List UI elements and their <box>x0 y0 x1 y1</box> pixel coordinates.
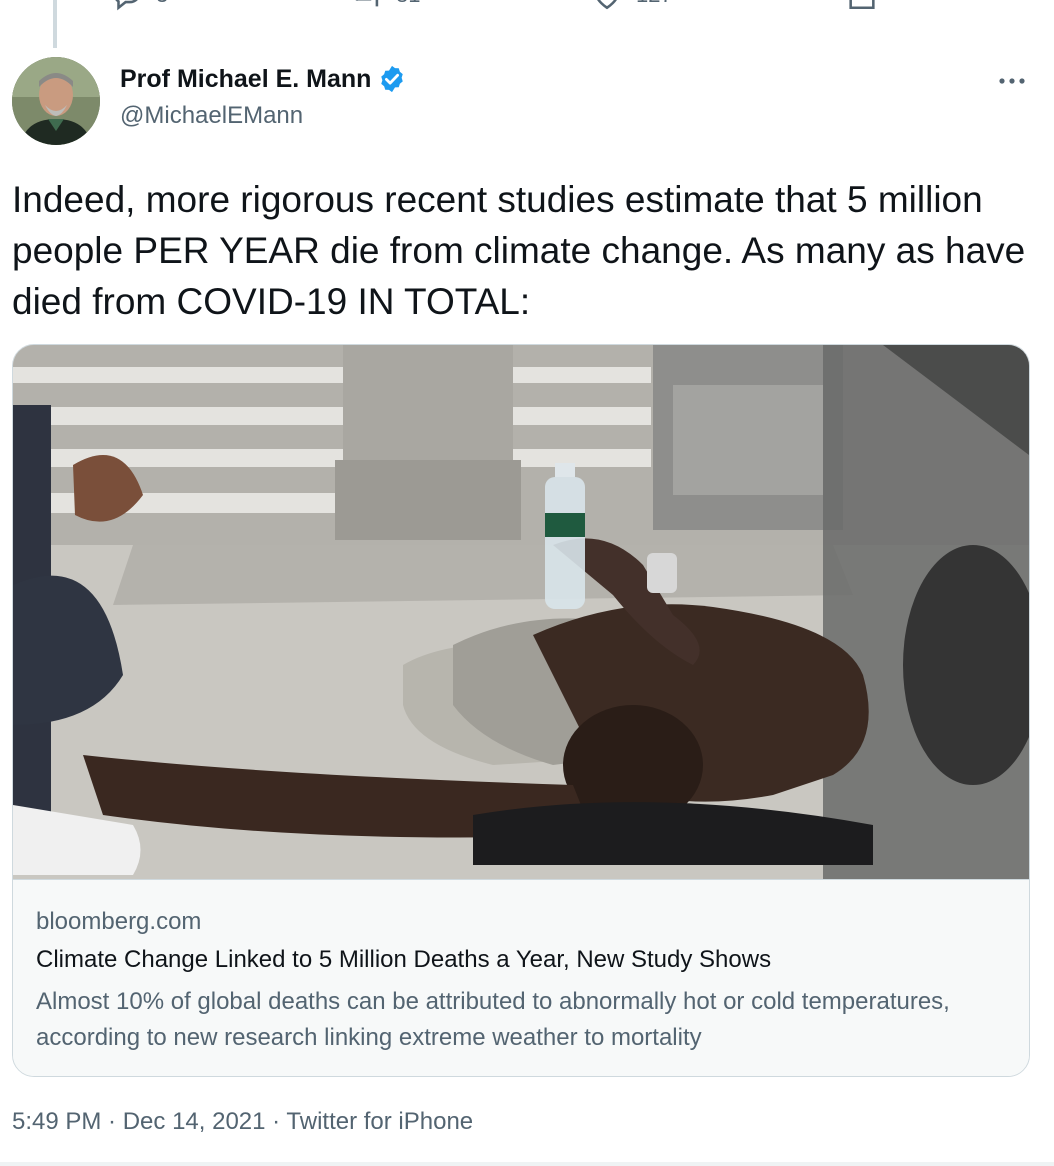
link-domain: bloomberg.com <box>36 908 202 935</box>
news-photo <box>13 345 1029 879</box>
meta-separator: · <box>101 1108 123 1135</box>
tweet-metadata: 5:49 PM · Dec 14, 2021 · Twitter for iPh… <box>12 1108 473 1136</box>
previous-tweet-action-bar: 3 81 127 <box>110 0 910 12</box>
author-avatar[interactable] <box>12 57 100 145</box>
tweet-time[interactable]: 5:49 PM <box>12 1108 101 1135</box>
reply-icon <box>115 0 138 11</box>
retweet-icon <box>355 0 379 7</box>
link-description: Almost 10% of global deaths can be attri… <box>36 988 950 1051</box>
previous-like-count: 127 <box>636 0 673 8</box>
thread-connector-line <box>53 0 57 48</box>
previous-retweet-button[interactable]: 81 <box>350 0 420 12</box>
more-options-icon[interactable] <box>996 68 1028 94</box>
previous-reply-count: 3 <box>156 0 168 8</box>
link-preview-image <box>13 345 1029 879</box>
tweet-source[interactable]: Twitter for iPhone <box>286 1108 473 1135</box>
avatar-photo <box>12 57 100 145</box>
meta-separator: · <box>265 1108 287 1135</box>
author-display-name[interactable]: Prof Michael E. Mann <box>120 65 371 94</box>
previous-share-button[interactable] <box>845 0 879 12</box>
tweet-date[interactable]: Dec 14, 2021 <box>123 1108 266 1135</box>
author-handle[interactable]: @MichaelEMann <box>120 102 303 130</box>
previous-like-button[interactable]: 127 <box>590 0 673 12</box>
divider <box>0 1162 1054 1166</box>
previous-reply-button[interactable]: 3 <box>110 0 168 12</box>
tweet-text: Indeed, more rigorous recent studies est… <box>12 179 1026 322</box>
previous-retweet-count: 81 <box>396 0 420 8</box>
verified-badge-icon <box>381 65 404 93</box>
share-icon <box>849 0 875 10</box>
heart-icon <box>597 0 617 10</box>
link-preview-info: bloomberg.com Climate Change Linked to 5… <box>13 879 1029 1076</box>
author-name-row[interactable]: Prof Michael E. Mann <box>120 64 407 94</box>
link-preview-card[interactable]: bloomberg.com Climate Change Linked to 5… <box>12 344 1030 1077</box>
link-title: Climate Change Linked to 5 Million Death… <box>36 946 772 973</box>
